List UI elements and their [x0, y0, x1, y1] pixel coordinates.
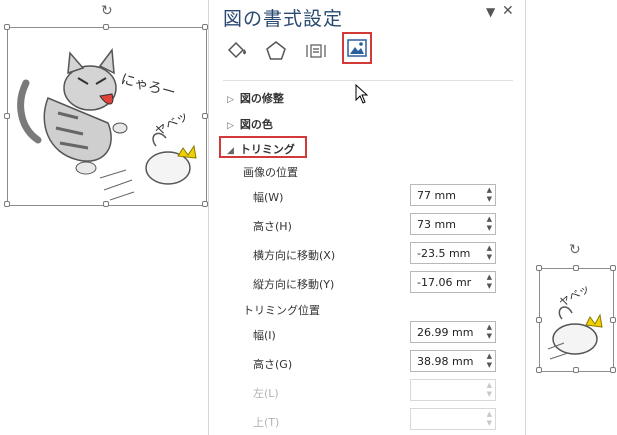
section-crop[interactable]: ◢ トリミング	[227, 141, 295, 157]
resize-handle[interactable]	[4, 113, 10, 119]
mouse-cursor-icon	[355, 84, 369, 104]
layout-properties-tab-icon[interactable]	[301, 36, 331, 66]
offset-x-spinner[interactable]: -23.5 mm ▲ ▼	[410, 242, 496, 264]
spin-up-icon: ▲	[486, 381, 492, 389]
image-height-spinner[interactable]: 73 mm ▲ ▼	[410, 213, 496, 235]
close-icon[interactable]: ✕	[502, 3, 514, 19]
cat-illustration: にゃろー ヤベッ	[17, 47, 197, 201]
spin-up-icon[interactable]: ▲	[487, 245, 492, 252]
expand-arrow-icon: ▷	[227, 121, 234, 131]
mouse-illustration: ヤベッ	[547, 282, 603, 360]
pane-options-dropdown-icon[interactable]: ▼	[486, 5, 495, 19]
spin-down-icon[interactable]: ▼	[487, 362, 492, 369]
crop-top-label: 上(T)	[253, 416, 280, 429]
pane-title: 図の書式設定	[223, 8, 344, 30]
yabe-text-small: ヤベッ	[557, 282, 592, 310]
effects-tab-icon[interactable]	[261, 36, 291, 66]
expand-arrow-icon: ▷	[227, 95, 234, 105]
crop-height-label: 高さ(G)	[253, 358, 293, 371]
resize-handle[interactable]	[536, 367, 542, 373]
resize-handle[interactable]	[4, 24, 10, 30]
spin-up-icon[interactable]: ▲	[487, 353, 492, 360]
resize-handle[interactable]	[4, 201, 10, 207]
rotate-handle-icon[interactable]: ↻	[101, 4, 113, 18]
resize-handle[interactable]	[103, 201, 109, 207]
crop-height-spinner[interactable]: 38.98 mm ▲ ▼	[410, 350, 496, 372]
offset-x-label: 横方向に移動(X)	[253, 249, 336, 262]
resize-handle[interactable]	[536, 317, 542, 323]
rotate-handle-icon[interactable]: ↻	[569, 243, 581, 257]
resize-handle[interactable]	[610, 317, 616, 323]
resize-handle[interactable]	[536, 265, 542, 271]
spin-up-icon[interactable]: ▲	[487, 324, 492, 331]
spin-up-icon[interactable]: ▲	[487, 274, 492, 281]
spin-down-icon[interactable]: ▼	[487, 333, 492, 340]
crop-width-label: 幅(I)	[253, 329, 276, 342]
resize-handle[interactable]	[610, 367, 616, 373]
spin-down-icon[interactable]: ▼	[487, 283, 492, 290]
spin-up-icon: ▲	[486, 410, 492, 418]
format-picture-pane: 図の書式設定 ▼ ✕ ▷ 図の修整 ▷ 図の色 ◢ トリミング 画像の位置 幅(W) …	[208, 0, 526, 435]
spin-down-icon: ▼	[486, 419, 492, 427]
cropped-picture-small[interactable]: ヤベッ	[539, 268, 614, 372]
image-position-heading: 画像の位置	[243, 166, 298, 179]
cat-say-text: にゃろー	[119, 71, 177, 101]
spin-down-icon: ▼	[486, 390, 492, 398]
offset-y-spinner[interactable]: -17.06 mr ▲ ▼	[410, 271, 496, 293]
resize-handle[interactable]	[573, 367, 579, 373]
spin-up-icon[interactable]: ▲	[487, 187, 492, 194]
image-width-label: 幅(W)	[253, 191, 284, 204]
crop-left-label: 左(L)	[253, 387, 279, 400]
spin-down-icon[interactable]: ▼	[487, 225, 492, 232]
selected-picture-large[interactable]: にゃろー ヤベッ	[7, 27, 207, 206]
collapse-arrow-icon: ◢	[227, 146, 234, 156]
resize-handle[interactable]	[610, 265, 616, 271]
picture-tab-icon[interactable]	[342, 32, 372, 64]
crop-width-spinner[interactable]: 26.99 mm ▲ ▼	[410, 321, 496, 343]
divider	[223, 80, 513, 81]
spin-up-icon[interactable]: ▲	[487, 216, 492, 223]
resize-handle[interactable]	[573, 265, 579, 271]
image-height-label: 高さ(H)	[253, 220, 292, 233]
offset-y-label: 縦方向に移動(Y)	[253, 278, 335, 291]
image-width-spinner[interactable]: 77 mm ▲ ▼	[410, 184, 496, 206]
section-picture-corrections[interactable]: ▷ 図の修整	[227, 90, 284, 106]
crop-top-spinner: ▲ ▼	[410, 408, 496, 430]
crop-left-spinner: ▲ ▼	[410, 379, 496, 401]
spin-down-icon[interactable]: ▼	[487, 196, 492, 203]
resize-handle[interactable]	[103, 24, 109, 30]
fill-line-tab-icon[interactable]	[221, 36, 251, 66]
yabe-text: ヤベッ	[153, 108, 191, 138]
spin-down-icon[interactable]: ▼	[487, 254, 492, 261]
section-picture-color[interactable]: ▷ 図の色	[227, 116, 273, 132]
crop-position-heading: トリミング位置	[243, 304, 320, 317]
